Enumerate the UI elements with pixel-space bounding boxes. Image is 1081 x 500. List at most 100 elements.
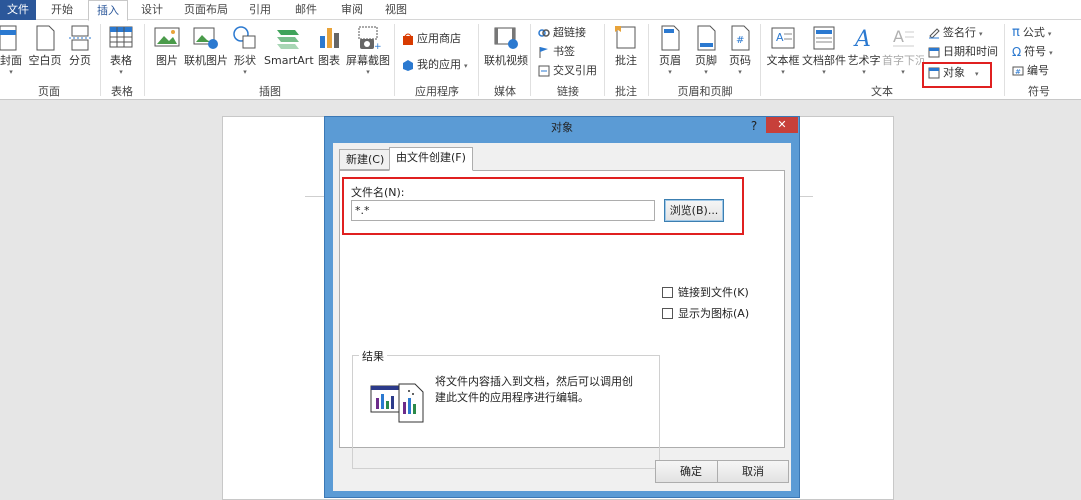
comment-button[interactable]: 批注: [610, 24, 642, 68]
bookmark-button[interactable]: 书签: [538, 43, 575, 61]
display-as-icon-checkbox[interactable]: 显示为图标(A): [662, 305, 749, 321]
online-pictures-icon: [193, 27, 218, 49]
link-to-file-checkbox[interactable]: 链接到文件(K): [662, 284, 749, 300]
group-divider: [478, 24, 479, 96]
group-divider: [394, 24, 395, 96]
bookmark-icon: [539, 47, 548, 58]
group-divider: [144, 24, 145, 96]
footer-button[interactable]: 页脚 ▾: [692, 24, 720, 76]
date-time-button[interactable]: 日期和时间: [928, 43, 998, 61]
page-number-icon: #: [731, 25, 750, 51]
svg-text:A: A: [853, 27, 871, 52]
menu-bar: 文件 开始 插入 设计 页面布局 引用 邮件 审阅 视图: [0, 0, 1081, 21]
page-break-icon: [69, 25, 91, 51]
svg-text:#: #: [1015, 68, 1021, 76]
chevron-down-icon: ▾: [738, 68, 742, 76]
table-icon: [109, 26, 133, 48]
checkbox-box[interactable]: [662, 308, 673, 319]
chevron-down-icon: ▾: [366, 68, 370, 76]
header-icon: [661, 25, 680, 51]
tab-page-layout[interactable]: 页面布局: [178, 0, 234, 20]
page-number-button[interactable]: # 页码 ▾: [726, 24, 754, 76]
my-apps-button[interactable]: 我的应用 ▾: [402, 56, 468, 74]
store-icon: [403, 33, 413, 45]
apps-group-label: 应用程序: [415, 85, 459, 98]
tab-design[interactable]: 设计: [134, 0, 170, 20]
blank-page-icon: [36, 25, 55, 51]
tab-view[interactable]: 视图: [378, 0, 414, 20]
store-button[interactable]: 应用商店: [402, 30, 461, 48]
signature-line-icon: [929, 28, 940, 39]
blank-page-button[interactable]: 空白页: [28, 24, 62, 68]
group-divider: [100, 24, 101, 96]
chevron-down-icon: ▾: [1049, 49, 1053, 57]
ribbon: 封面 ▾ 空白页 分页 页面 表格 ▾ 表格 图片 联机图片 形状 ▾ Smar…: [0, 20, 1081, 100]
equation-button[interactable]: π 公式 ▾: [1012, 24, 1051, 42]
object-dialog: 对象 ? ✕ 新建(C) 由文件创建(F) 文件名(N): *.* 浏览(B).…: [324, 116, 800, 498]
wordart-button[interactable]: A 艺术字 ▾: [846, 24, 882, 76]
picture-button[interactable]: 图片: [152, 24, 182, 68]
page-break-button[interactable]: 分页: [66, 24, 94, 68]
cross-reference-button[interactable]: 交叉引用: [538, 62, 597, 80]
smartart-icon: [277, 30, 299, 49]
help-button[interactable]: ?: [745, 117, 763, 137]
pi-icon: π: [1012, 25, 1020, 40]
table-button[interactable]: 表格 ▾: [106, 24, 136, 76]
footer-icon: [697, 25, 716, 51]
screenshot-button[interactable]: + 屏幕截图 ▾: [346, 24, 390, 76]
svg-text:A: A: [776, 31, 784, 44]
tab-references[interactable]: 引用: [242, 0, 278, 20]
shapes-button[interactable]: 形状 ▾: [230, 24, 260, 76]
chevron-down-icon: ▾: [243, 68, 247, 76]
links-group-label: 链接: [557, 85, 579, 98]
text-box-button[interactable]: A 文本框 ▾: [766, 24, 800, 76]
chevron-down-icon: ▾: [464, 62, 468, 70]
tab-file[interactable]: 文件: [0, 0, 36, 20]
signature-line-button[interactable]: 签名行 ▾: [928, 24, 983, 42]
online-video-button[interactable]: 联机视频: [484, 24, 528, 68]
numbering-button[interactable]: # 编号: [1012, 62, 1049, 80]
chevron-down-icon: ▾: [668, 68, 672, 76]
omega-icon: Ω: [1012, 45, 1022, 59]
cover-page-icon: [0, 25, 17, 51]
chevron-down-icon: ▾: [901, 68, 905, 76]
drop-cap-icon: A: [893, 27, 914, 47]
text-group-label: 文本: [871, 85, 893, 98]
close-button[interactable]: ✕: [766, 117, 798, 133]
quick-parts-button[interactable]: 文档部件 ▾: [802, 24, 846, 76]
svg-text:+: +: [374, 42, 381, 52]
tab-home[interactable]: 开始: [44, 0, 80, 20]
checkbox-box[interactable]: [662, 287, 673, 298]
shapes-icon: [233, 26, 256, 49]
result-description: 将文件内容插入到文档，然后可以调用创建此文件的应用程序进行编辑。: [435, 375, 633, 404]
picture-icon: [154, 27, 180, 47]
chart-icon: [320, 28, 339, 48]
group-divider: [530, 24, 531, 96]
tab-review[interactable]: 审阅: [334, 0, 370, 20]
chevron-down-icon: ▾: [119, 68, 123, 76]
tab-insert[interactable]: 插入: [88, 0, 128, 21]
file-name-highlight-box: [342, 177, 744, 235]
tab-create-new[interactable]: 新建(C): [339, 149, 392, 170]
group-divider: [648, 24, 649, 96]
online-pictures-button[interactable]: 联机图片: [184, 24, 228, 68]
tab-create-from-file[interactable]: 由文件创建(F): [389, 147, 473, 171]
cover-page-button[interactable]: 封面 ▾: [0, 24, 22, 76]
create-from-file-panel: 文件名(N): *.* 浏览(B)... 链接到文件(K) 显示为图标(A) 结…: [339, 170, 785, 469]
comment-icon: [615, 26, 636, 49]
symbols-group-label: 符号: [1028, 85, 1050, 98]
cancel-button[interactable]: 取消: [717, 460, 789, 483]
hyperlink-button[interactable]: 超链接: [538, 24, 586, 42]
group-divider: [760, 24, 761, 96]
chart-button[interactable]: 图表: [316, 24, 342, 68]
drop-cap-button[interactable]: A 首字下沉 ▾: [882, 24, 924, 76]
result-label: 结果: [359, 348, 387, 364]
header-button[interactable]: 页眉 ▾: [656, 24, 684, 76]
my-apps-icon: [403, 60, 413, 71]
tab-mailings[interactable]: 邮件: [288, 0, 324, 20]
smartart-button[interactable]: SmartArt: [264, 24, 314, 68]
media-group-label: 媒体: [494, 85, 516, 98]
symbol-button[interactable]: Ω 符号 ▾: [1012, 43, 1053, 61]
chevron-down-icon: ▾: [862, 68, 866, 76]
table-group-label: 表格: [111, 85, 133, 98]
